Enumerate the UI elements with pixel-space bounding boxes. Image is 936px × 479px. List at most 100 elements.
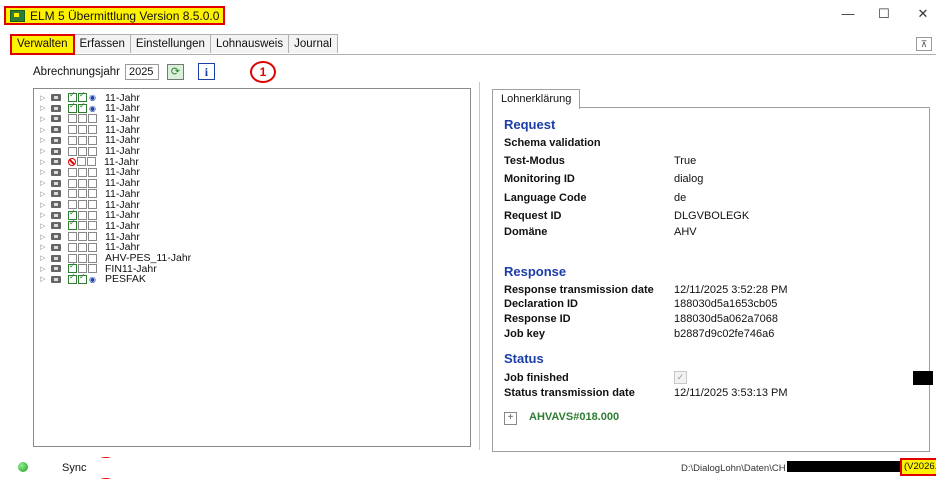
year-toolbar: Abrechnungsjahr 2025 ⟳ i: [33, 63, 215, 80]
empty-box-icon: [88, 189, 97, 199]
tab-verwalten[interactable]: Verwalten: [10, 34, 75, 55]
expand-arrow-icon[interactable]: ▷: [40, 115, 46, 123]
main-tabs: Verwalten Erfassen Einstellungen Lohnaus…: [10, 34, 338, 55]
request-label: Language Code: [504, 192, 587, 204]
sync-status-icon: [18, 462, 28, 472]
empty-box-icon: [88, 242, 97, 252]
database-icon: [51, 254, 61, 262]
company-tree[interactable]: ▷◉11-Jahr▷◉11-Jahr▷11-Jahr▷11-Jahr▷11-Ja…: [33, 88, 471, 447]
empty-box-icon: [68, 114, 77, 124]
empty-box-icon: [78, 125, 87, 135]
year-label: Abrechnungsjahr: [33, 65, 120, 78]
database-icon: [51, 104, 61, 112]
expand-arrow-icon[interactable]: ▷: [40, 201, 46, 209]
response-label: Response transmission date: [504, 284, 654, 296]
expand-arrow-icon[interactable]: ▷: [40, 104, 46, 112]
expand-arrow-icon[interactable]: ▷: [40, 275, 46, 283]
tab-lohnerklaerung[interactable]: Lohnerklärung: [492, 89, 581, 109]
pin-icon[interactable]: ⊼: [916, 37, 932, 51]
info-icon[interactable]: i: [197, 63, 215, 80]
response-label: Response ID: [504, 313, 571, 325]
database-icon: [51, 243, 61, 251]
status-transmission-value: 12/11/2025 3:53:13 PM: [674, 387, 788, 399]
database-icon: [51, 233, 61, 241]
schema-validation-label: Schema validation: [504, 137, 601, 149]
tab-einstellungen[interactable]: Einstellungen: [129, 34, 211, 53]
database-icon: [51, 222, 61, 230]
expand-icon[interactable]: +: [504, 412, 517, 425]
expand-arrow-icon[interactable]: ▷: [40, 243, 46, 251]
tree-row[interactable]: ▷ ◉ PESFAK: [40, 272, 146, 286]
empty-box-icon: [77, 157, 86, 167]
checked-box-icon: [68, 218, 77, 231]
empty-box-icon: [87, 157, 96, 167]
status-transmission-label: Status transmission date: [504, 387, 635, 399]
expand-arrow-icon[interactable]: ▷: [40, 233, 46, 241]
eye-icon: ◉: [88, 103, 97, 113]
expand-arrow-icon[interactable]: ▷: [40, 158, 46, 166]
close-button[interactable]: ✕: [913, 6, 933, 22]
minimize-button[interactable]: —: [838, 6, 858, 22]
empty-box-icon: [88, 167, 97, 177]
empty-box-icon: [88, 178, 97, 188]
expand-arrow-icon[interactable]: ▷: [40, 254, 46, 262]
expand-arrow-icon[interactable]: ▷: [40, 126, 46, 134]
empty-box-icon: [68, 167, 77, 177]
expand-arrow-icon[interactable]: ▷: [40, 190, 46, 198]
tab-journal[interactable]: Journal: [288, 34, 338, 53]
database-icon: [51, 158, 61, 166]
empty-box-icon: [78, 232, 87, 242]
expand-arrow-icon[interactable]: ▷: [40, 147, 46, 155]
ahv-node-label[interactable]: AHVAVS#018.000: [529, 411, 619, 423]
data-path: D:\DialogLohn\Daten\CH: [681, 463, 786, 474]
empty-box-icon: [88, 210, 97, 220]
empty-box-icon: [88, 221, 97, 231]
expand-arrow-icon[interactable]: ▷: [40, 179, 46, 187]
eye-icon: ◉: [88, 274, 97, 284]
empty-box-icon: [68, 178, 77, 188]
tab-divider: [10, 54, 936, 55]
status-heading: Status: [504, 351, 544, 366]
sync-label[interactable]: Sync: [62, 462, 86, 474]
empty-box-icon: [88, 125, 97, 135]
database-icon: [51, 168, 61, 176]
maximize-button[interactable]: ☐: [874, 6, 894, 22]
empty-box-icon: [78, 242, 87, 252]
database-icon: [51, 147, 61, 155]
tab-erfassen[interactable]: Erfassen: [73, 34, 131, 53]
response-value: 188030d5a062a7068: [674, 313, 779, 325]
database-icon: [51, 211, 61, 219]
database-icon: [51, 201, 61, 208]
empty-box-icon: [78, 200, 87, 209]
expand-arrow-icon[interactable]: ▷: [40, 222, 46, 230]
empty-box-icon: [78, 178, 87, 188]
redacted-block: [913, 371, 933, 385]
year-input[interactable]: 2025: [124, 63, 159, 80]
refresh-icon[interactable]: ⟳: [166, 63, 184, 80]
empty-box-icon: [88, 264, 97, 274]
empty-box-icon: [78, 146, 87, 156]
empty-box-icon: [88, 232, 97, 242]
tab-lohnausweis[interactable]: Lohnausweis: [209, 34, 290, 53]
expand-arrow-icon[interactable]: ▷: [40, 168, 46, 176]
empty-box-icon: [68, 135, 77, 145]
empty-box-icon: [88, 253, 97, 263]
request-label: Domäne: [504, 226, 548, 238]
response-label: Job key: [504, 328, 545, 340]
expand-arrow-icon[interactable]: ▷: [40, 211, 46, 219]
checked-box-icon: [68, 272, 77, 284]
database-icon: [51, 265, 61, 273]
empty-box-icon: [68, 125, 77, 135]
database-icon: [51, 126, 61, 134]
database-icon: [51, 275, 61, 283]
empty-box-icon: [88, 135, 97, 145]
expand-arrow-icon[interactable]: ▷: [40, 265, 46, 273]
expand-arrow-icon[interactable]: ▷: [40, 136, 46, 144]
database-icon: [51, 136, 61, 144]
expand-arrow-icon[interactable]: ▷: [40, 94, 46, 102]
job-finished-checkbox: ✓: [674, 371, 687, 384]
empty-box-icon: [68, 232, 77, 242]
empty-box-icon: [88, 114, 97, 124]
blocked-icon: [68, 157, 76, 166]
empty-box-icon: [78, 253, 87, 263]
